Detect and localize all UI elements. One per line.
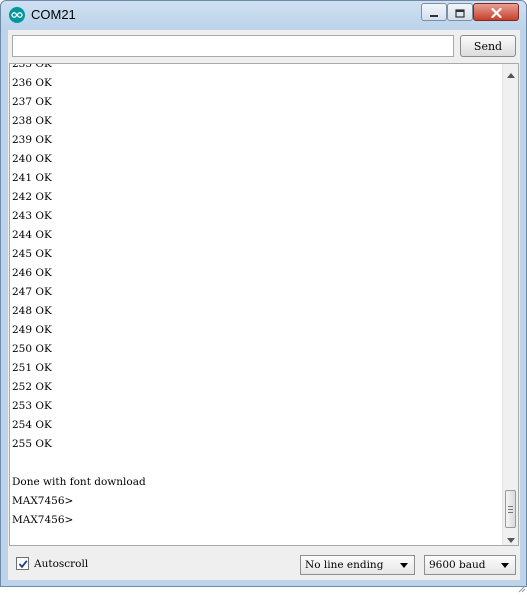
- scroll-up-button[interactable]: [503, 64, 518, 80]
- output-line: 245 OK: [12, 248, 52, 260]
- output-line: 246 OK: [12, 267, 52, 279]
- output-line: 235 OK: [12, 63, 52, 70]
- close-button[interactable]: [473, 3, 519, 21]
- thumb-grip-icon: [508, 505, 513, 513]
- maximize-icon: [455, 3, 465, 22]
- output-line: 244 OK: [12, 229, 52, 241]
- serial-output-area[interactable]: 235 OK 236 OK 237 OK 238 OK 239 OK 240 OK 241 …: [9, 63, 519, 546]
- output-line: 248 OK: [12, 305, 52, 317]
- output-line: 241 OK: [12, 172, 52, 184]
- vertical-scrollbar[interactable]: [502, 64, 518, 545]
- baud-rate-select[interactable]: 9600 baud: [424, 555, 516, 575]
- title-bar[interactable]: COM21: [1, 1, 526, 29]
- output-line: 251 OK: [12, 362, 52, 374]
- minimize-icon: [429, 3, 439, 22]
- line-ending-value: No line ending: [305, 559, 384, 571]
- output-line: 247 OK: [12, 286, 52, 298]
- serial-output-text: 235 OK 236 OK 237 OK 238 OK 239 OK 240 OK 241 …: [12, 63, 502, 530]
- close-icon: [490, 3, 502, 22]
- output-line: 243 OK: [12, 210, 52, 222]
- baud-rate-value: 9600 baud: [429, 559, 486, 571]
- output-line: MAX7456>: [12, 495, 74, 507]
- output-line: 239 OK: [12, 134, 52, 146]
- scroll-up-arrow-icon: [506, 64, 515, 82]
- send-button[interactable]: Send: [460, 35, 516, 57]
- scrollbar-thumb[interactable]: [505, 490, 516, 528]
- output-line: 242 OK: [12, 191, 52, 203]
- dropdown-arrow-icon: [400, 563, 408, 568]
- output-line: MAX7456>: [12, 514, 74, 526]
- output-line: 254 OK: [12, 419, 52, 431]
- output-line: 238 OK: [12, 115, 52, 127]
- output-line: 255 OK: [12, 438, 52, 450]
- resize-grip-icon[interactable]: [518, 578, 526, 593]
- serial-monitor-window: COM21 Send 235 OK 236 OK 237 OK 238 OK 239 O…: [0, 0, 527, 593]
- output-line: 253 OK: [12, 400, 52, 412]
- output-line: 240 OK: [12, 153, 52, 165]
- bottom-toolbar: Autoscroll No line ending 9600 baud: [8, 549, 520, 580]
- minimize-button[interactable]: [421, 3, 447, 21]
- dropdown-arrow-icon: [501, 563, 509, 568]
- scroll-down-button[interactable]: [503, 529, 518, 545]
- line-ending-select[interactable]: No line ending: [300, 555, 415, 575]
- maximize-button[interactable]: [447, 3, 473, 21]
- output-line: 249 OK: [12, 324, 52, 336]
- scroll-down-arrow-icon: [506, 528, 515, 546]
- output-line: 252 OK: [12, 381, 52, 393]
- serial-monitor-client: Send 235 OK 236 OK 237 OK 238 OK 239 OK 240 O…: [8, 30, 520, 580]
- serial-send-input[interactable]: [12, 35, 454, 57]
- checkmark-icon: [18, 554, 28, 573]
- output-line: Done with font download: [12, 476, 146, 488]
- autoscroll-label: Autoscroll: [34, 558, 89, 570]
- autoscroll-checkbox[interactable]: [16, 557, 29, 570]
- output-line: 250 OK: [12, 343, 52, 355]
- window-title: COM21: [31, 7, 76, 22]
- output-line: 237 OK: [12, 96, 52, 108]
- output-line: 236 OK: [12, 77, 52, 89]
- arduino-icon: [9, 7, 25, 23]
